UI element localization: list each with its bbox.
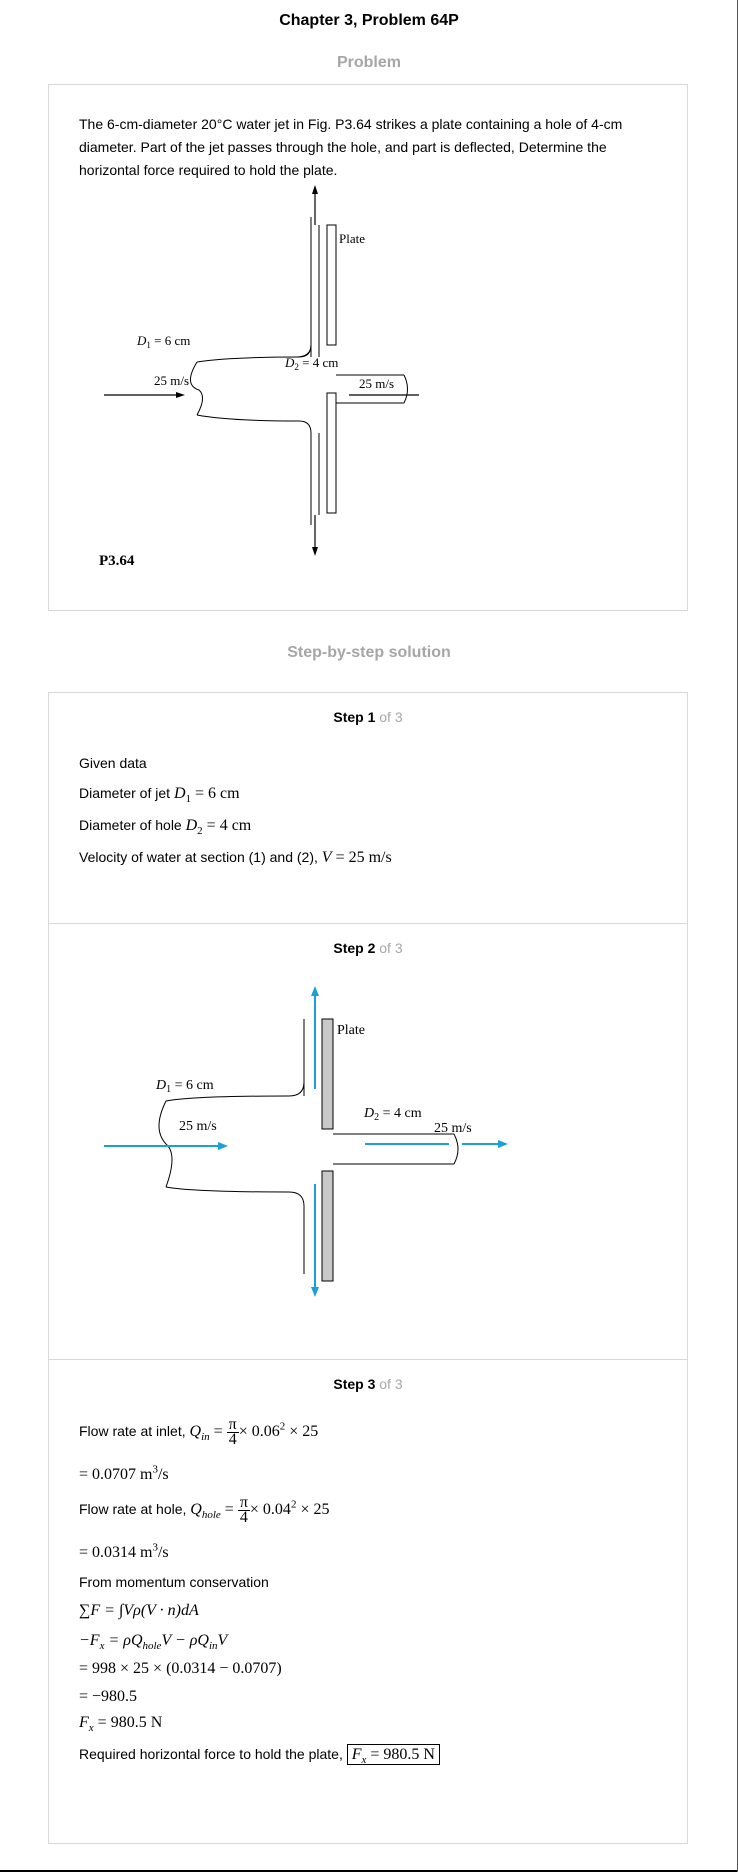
figure-vout-label: 25 m/s (434, 1121, 472, 1136)
step-2-header: Step 2 of 3 (333, 940, 403, 956)
step-2: Step 2 of 3 Plate D1 = 6 cm 25 m/s D2 = … (49, 923, 687, 1360)
final-answer-box: Fx = 980.5 N (346, 1744, 440, 1766)
force-result: Fx = 980.5 N (79, 1714, 163, 1735)
force-equation: −Fx = ρQholeV − ρQinV (79, 1632, 228, 1653)
figure-d2-label: D2 = 4 cm (363, 1106, 422, 1123)
page-title: Chapter 3, Problem 64P (279, 12, 459, 29)
figure-caption: P3.64 (99, 553, 135, 565)
given-data-label: Given data (79, 755, 147, 771)
solution-box: Step 1 of 3 Given data Diameter of jet D… (48, 692, 688, 1844)
force-value: = −980.5 (79, 1688, 138, 1705)
plate-upper (326, 224, 337, 346)
jet-diameter-line: Diameter of jet D1 = 6 cm (79, 785, 240, 806)
inlet-flow-line: Flow rate at inlet, Qin = π 4 × 0.062 × 25 (79, 1416, 319, 1448)
figure-vin-label: 25 m/s (179, 1119, 217, 1134)
solution-figure: Plate D1 = 6 cm 25 m/s D2 = 4 cm 25 m/s (104, 986, 508, 1297)
inlet-flow-result: = 0.0707 m3/s (79, 1464, 169, 1484)
velocity-line: Velocity of water at section (1) and (2)… (79, 849, 392, 866)
figure-plate-label: Plate (339, 231, 365, 246)
figure-vout-label: 25 m/s (359, 376, 394, 391)
problem-section-title: Problem (336, 54, 401, 71)
step-1: Step 1 of 3 Given data Diameter of jet D… (49, 693, 687, 923)
problem-figure: Plate D1 = 6 cm 25 m/s D2 = 4 cm 25 m/s … (99, 185, 419, 565)
figure-d1-label: D1 = 6 cm (136, 333, 190, 350)
step-3-header: Step 3 of 3 (333, 1376, 403, 1392)
solution-section-title: Step-by-step solution (287, 644, 451, 661)
final-answer-line: Required horizontal force to hold the pl… (79, 1744, 440, 1766)
hole-flow-line: Flow rate at hole, Qhole = π 4 × 0.042 × 2… (79, 1494, 330, 1526)
plate-lower (326, 392, 337, 514)
figure-d2-label: D2 = 4 cm (284, 355, 338, 372)
plate-upper (321, 1018, 334, 1130)
problem-statement: The 6-cm-diameter 20°C water jet in Fig.… (79, 116, 623, 178)
momentum-label: From momentum conservation (79, 1574, 269, 1590)
hole-flow-result: = 0.0314 m3/s (79, 1542, 169, 1562)
force-substitution: = 998 × 25 × (0.0314 − 0.0707) (79, 1660, 282, 1677)
figure-vin-label: 25 m/s (154, 373, 189, 388)
problem-box: The 6-cm-diameter 20°C water jet in Fig.… (48, 84, 688, 611)
step-1-header: Step 1 of 3 (333, 709, 403, 725)
plate-lower (321, 1170, 334, 1282)
figure-plate-label: Plate (337, 1023, 365, 1038)
momentum-equation: ∑F = ∫Vρ(V · n)dA (79, 1602, 199, 1619)
figure-d1-label: D1 = 6 cm (155, 1078, 214, 1095)
hole-diameter-line: Diameter of hole D2 = 4 cm (79, 817, 252, 838)
step-3: Step 3 of 3 Flow rate at inlet, Qin = π4… (49, 1359, 687, 1846)
